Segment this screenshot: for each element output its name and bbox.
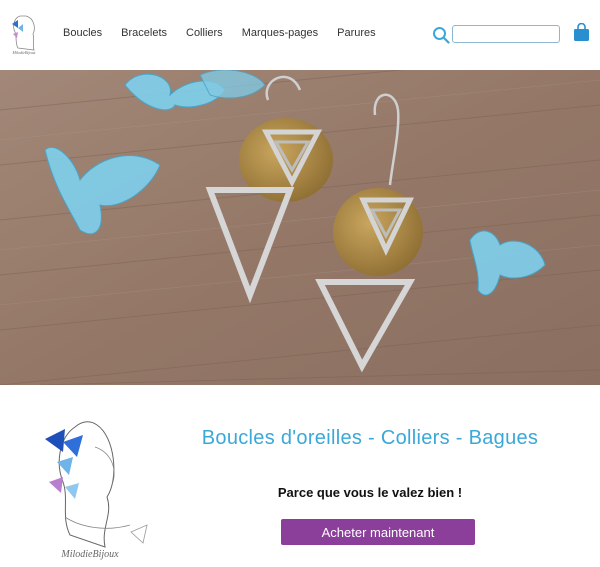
earrings-photo (0, 70, 600, 385)
promo-section: MilodieBijoux Boucles d'oreilles - Colli… (0, 385, 600, 567)
svg-text:MilodieBijoux: MilodieBijoux (60, 549, 119, 560)
nav-parures[interactable]: Parures (337, 27, 376, 39)
search-input[interactable] (452, 25, 560, 43)
promo-tagline: Parce que vous le valez bien ! (277, 485, 463, 500)
buy-now-button[interactable]: Acheter maintenant (281, 519, 475, 545)
search-icon[interactable] (432, 26, 450, 44)
nav-colliers[interactable]: Colliers (186, 27, 223, 39)
nav-bracelets[interactable]: Bracelets (121, 27, 167, 39)
nav-boucles[interactable]: Boucles (63, 27, 102, 39)
hero-banner (0, 70, 600, 385)
svg-text:MilodieBijoux: MilodieBijoux (12, 50, 36, 55)
logo[interactable]: MilodieBijoux (6, 10, 42, 56)
main-nav: Boucles Bracelets Colliers Marques-pages… (63, 27, 395, 39)
site-header: MilodieBijoux Boucles Bracelets Colliers… (0, 0, 600, 70)
nav-marques-pages[interactable]: Marques-pages (242, 27, 318, 39)
brand-illustration: MilodieBijoux (45, 421, 148, 560)
shopping-bag-icon[interactable] (573, 23, 590, 42)
promo-headline: Boucles d'oreilles - Colliers - Bagues (201, 427, 539, 449)
